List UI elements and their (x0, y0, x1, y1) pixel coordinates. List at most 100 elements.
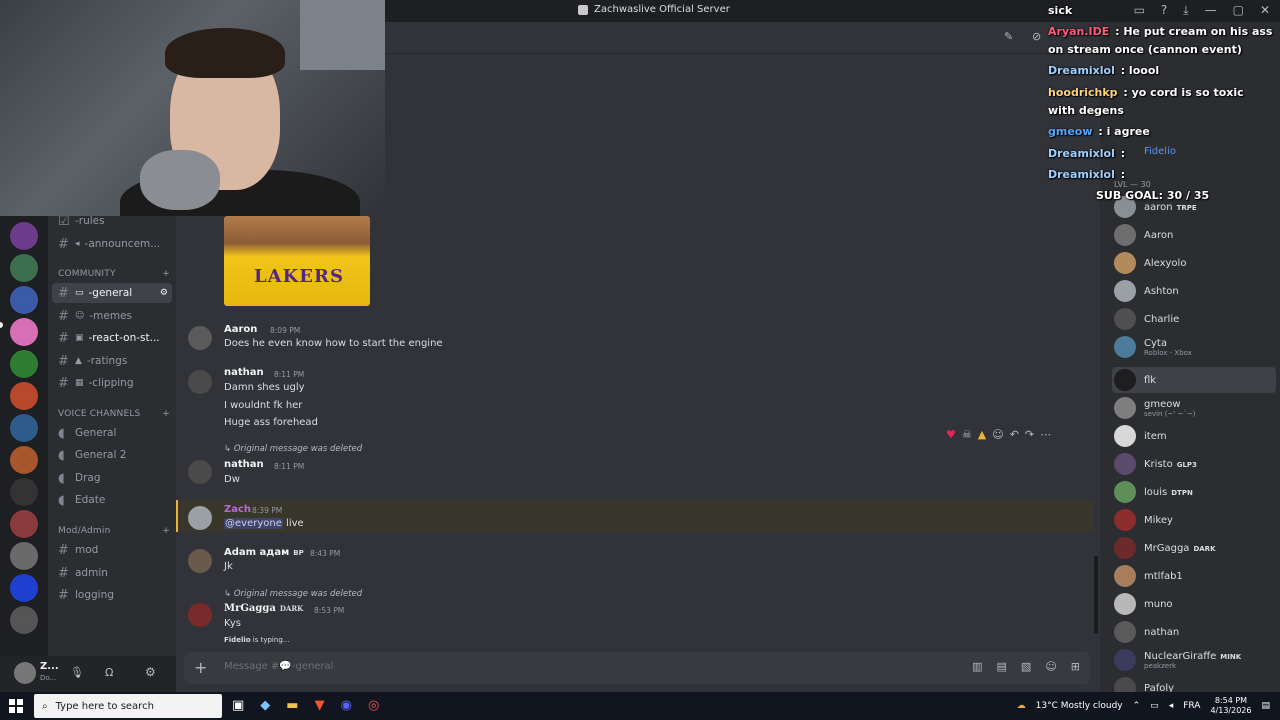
everyone-mention[interactable]: @everyone (224, 518, 283, 529)
task-view-icon[interactable]: ▣ (232, 698, 244, 713)
member-row[interactable]: Aaron (1112, 222, 1276, 248)
message-author[interactable]: Adam адам BP (224, 547, 304, 558)
category-community[interactable]: COMMUNITY + (58, 269, 170, 279)
message-author[interactable]: nathan (224, 459, 264, 470)
member-row[interactable]: Charlie (1112, 306, 1276, 332)
windows-start-icon[interactable] (9, 699, 23, 713)
member-row[interactable]: Alexyolo (1112, 250, 1276, 276)
channel-admin[interactable]: # admin (52, 563, 172, 583)
voice-channel-drag[interactable]: ◖ Drag (52, 468, 172, 488)
copilot-icon[interactable]: ◆ (260, 698, 270, 713)
member-row[interactable]: louis DTPN (1112, 479, 1276, 505)
message-composer[interactable]: + Message #💬-general ▥ ▤ ▧ ☺ ⊞ (184, 652, 1090, 684)
voice-channel-general-2[interactable]: ◖ General 2 (52, 445, 172, 465)
avatar[interactable] (188, 370, 212, 394)
message-author[interactable]: Aaron (224, 324, 257, 335)
member-row[interactable]: NuclearGiraffe MINK peakzerk (1112, 647, 1276, 673)
category-voice-channels[interactable]: VOICE CHANNELS + (58, 409, 170, 419)
member-row[interactable]: Mikey (1112, 507, 1276, 533)
member-row[interactable]: muno (1112, 591, 1276, 617)
channel-general[interactable]: # ▭ -general ⚙ (52, 283, 172, 303)
server-icon[interactable] (10, 510, 38, 538)
server-icon[interactable] (10, 414, 38, 442)
microphone-icon[interactable]: 🎙 (70, 666, 84, 679)
volume-icon[interactable]: ◂ (1169, 701, 1174, 711)
server-icon[interactable] (10, 574, 38, 602)
channel-react-on-stream[interactable]: # ▣ -react-on-st... (52, 328, 172, 348)
forward-icon[interactable]: ↷ (1025, 428, 1034, 441)
channel-logging[interactable]: # logging (52, 585, 172, 605)
weather-text[interactable]: 13°C Mostly cloudy (1036, 701, 1123, 711)
server-icon[interactable] (10, 222, 38, 250)
headphones-icon[interactable]: Ω (105, 666, 113, 679)
member-row[interactable]: Ashton (1112, 278, 1276, 304)
file-explorer-icon[interactable]: ▬ (286, 698, 298, 713)
avatar[interactable] (188, 506, 212, 530)
avatar[interactable] (188, 549, 212, 573)
network-icon[interactable]: ▭ (1150, 701, 1159, 711)
sticker-icon[interactable]: ▧ (1021, 660, 1031, 673)
message-input[interactable]: Message #💬-general (224, 661, 333, 672)
skull-reaction-icon[interactable]: ☠ (962, 428, 972, 441)
heart-reaction-icon[interactable]: ♥ (946, 428, 956, 441)
user-settings-icon[interactable]: ⚙ (145, 665, 156, 679)
more-icon[interactable]: ⋯ (1040, 428, 1051, 441)
weather-icon[interactable]: ☁ (1017, 701, 1026, 711)
voice-channel-edate[interactable]: ◖ Edate (52, 490, 172, 510)
add-attachment-icon[interactable]: + (194, 658, 207, 677)
member-row[interactable]: Kristo GLP3 (1112, 451, 1276, 477)
taskbar-search[interactable]: ⌕ Type here to search (34, 694, 222, 718)
member-row[interactable]: Cyta Roblox - Xbox (1112, 334, 1276, 360)
avatar[interactable] (188, 326, 212, 350)
member-row[interactable]: MrGagga DARK (1112, 535, 1276, 561)
server-icon[interactable] (10, 606, 38, 634)
voice-channel-general[interactable]: ◖ General (52, 423, 172, 443)
discord-icon[interactable]: ◉ (341, 698, 352, 713)
mute-icon[interactable]: ⊘ (1032, 30, 1041, 43)
message-author[interactable]: Zach (224, 504, 251, 515)
add-reaction-icon[interactable]: ☺ (992, 428, 1003, 441)
reply-icon[interactable]: ↶ (1010, 428, 1019, 441)
server-icon[interactable] (10, 446, 38, 474)
avatar[interactable] (188, 460, 212, 484)
thumbs-up-reaction-icon[interactable]: ▲ (978, 428, 986, 441)
server-icon[interactable] (10, 286, 38, 314)
threads-icon[interactable]: ✎ (1004, 30, 1013, 43)
obs-icon[interactable]: ◎ (368, 698, 379, 713)
member-row[interactable]: flk (1112, 367, 1276, 393)
gift-icon[interactable]: ▥ (972, 660, 982, 673)
gif-icon[interactable]: ▤ (997, 660, 1007, 673)
message-author[interactable]: nathan (224, 367, 264, 378)
add-channel-icon[interactable]: + (162, 269, 170, 279)
tray-overflow-icon[interactable]: ⌃ (1133, 701, 1141, 711)
server-icon[interactable] (10, 382, 38, 410)
server-icon[interactable] (10, 350, 38, 378)
language-indicator[interactable]: FRA (1183, 701, 1200, 711)
category-mod-admin[interactable]: Mod/Admin + (58, 526, 170, 536)
channel-ratings[interactable]: # ▲ -ratings (52, 351, 172, 371)
channel-mod[interactable]: # mod (52, 540, 172, 560)
channel-clipping[interactable]: # ▦ -clipping (52, 373, 172, 393)
member-row[interactable]: gmeow sevin (~' ~`~) (1112, 395, 1276, 421)
emoji-icon[interactable]: ☺ (1045, 660, 1056, 673)
brave-browser-icon[interactable]: ▼ (315, 698, 325, 713)
message-author[interactable]: MrGagga DARK (224, 603, 303, 614)
avatar[interactable] (14, 662, 36, 684)
avatar[interactable] (188, 603, 212, 627)
taskbar-clock[interactable]: 8:54 PM 4/13/2026 (1210, 696, 1251, 716)
server-icon[interactable] (10, 318, 38, 346)
message-image[interactable]: LAKERS (224, 216, 370, 306)
apps-icon[interactable]: ⊞ (1071, 660, 1080, 673)
server-icon[interactable] (10, 254, 38, 282)
channel-announcements[interactable]: # ◂ -announcem... (52, 234, 172, 254)
notifications-icon[interactable]: ▤ (1261, 701, 1270, 711)
member-row[interactable]: nathan (1112, 619, 1276, 645)
add-channel-icon[interactable]: + (162, 409, 170, 419)
server-icon[interactable] (10, 542, 38, 570)
server-icon[interactable] (10, 478, 38, 506)
channel-settings-icon[interactable]: ⚙ (160, 288, 168, 298)
add-channel-icon[interactable]: + (162, 526, 170, 536)
scrollbar[interactable] (1094, 556, 1098, 634)
member-row[interactable]: mtlfab1 (1112, 563, 1276, 589)
member-row[interactable]: item (1112, 423, 1276, 449)
